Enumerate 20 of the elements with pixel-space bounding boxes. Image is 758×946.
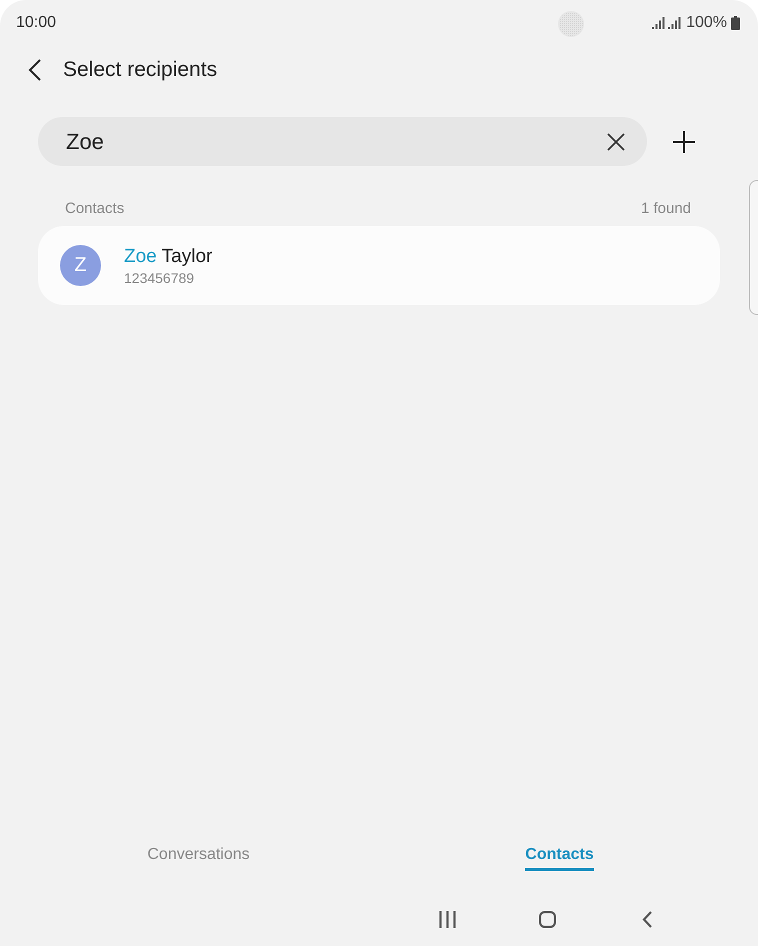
plus-icon	[673, 130, 695, 152]
battery-level: 100%	[686, 14, 727, 32]
battery-icon	[731, 16, 740, 30]
search-field[interactable]: Zoe	[38, 117, 647, 166]
contact-name: Zoe Taylor	[124, 246, 212, 268]
status-time: 10:00	[16, 14, 56, 32]
signal-icon	[652, 17, 666, 29]
section-label: Contacts	[65, 200, 124, 216]
contact-card[interactable]: Z Zoe Taylor 123456789	[38, 226, 720, 305]
camera-icon	[558, 11, 584, 37]
contact-number: 123456789	[124, 270, 196, 286]
signal-icon	[668, 17, 682, 29]
back-chevron-icon	[28, 59, 42, 81]
contact-avatar: Z	[60, 245, 101, 286]
recent-apps-icon	[438, 910, 456, 928]
results-count: 1 found	[640, 200, 691, 216]
page-title: Select recipients	[63, 58, 218, 82]
close-icon	[607, 133, 625, 151]
home-icon	[538, 910, 556, 928]
back-chevron-icon	[642, 910, 652, 928]
